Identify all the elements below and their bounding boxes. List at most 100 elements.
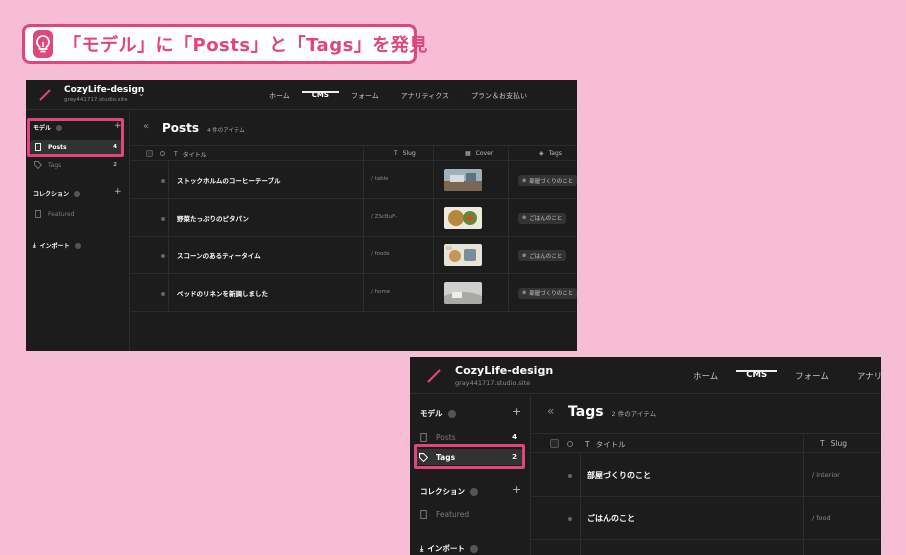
cms-panel-tags: CozyLife-design gray441717.studio.site ⌄… bbox=[410, 357, 881, 555]
nav-home[interactable]: ホーム bbox=[269, 91, 290, 101]
import-heading[interactable]: ⤓ インポート bbox=[33, 241, 81, 250]
nav-forms[interactable]: フォーム bbox=[795, 370, 829, 382]
sidebar-item-label: Posts bbox=[436, 432, 456, 442]
table-row[interactable]: ごはんのこと / food bbox=[532, 497, 881, 540]
top-bar: CozyLife-design gray441717.studio.site ⌄… bbox=[410, 357, 881, 394]
page-title: Posts bbox=[162, 121, 200, 135]
sidebar-item-tags[interactable]: Tags 2 bbox=[30, 158, 122, 172]
row-slug: / table bbox=[371, 176, 389, 182]
add-collection-button[interactable]: + bbox=[114, 187, 122, 197]
project-name[interactable]: CozyLife-design bbox=[455, 364, 553, 377]
row-title: スコーンのあるティータイム bbox=[177, 252, 261, 260]
main-nav: ホーム CMS フォーム アナリティクス プラン＆お支払い bbox=[269, 91, 527, 101]
cms-panel-posts: CozyLife-design gray441717.studio.site ⌄… bbox=[26, 80, 577, 351]
highlight-models bbox=[27, 118, 124, 157]
help-icon bbox=[470, 487, 478, 496]
tag-chip[interactable]: ⊗ 部屋づくりのこと bbox=[518, 287, 577, 299]
column-title[interactable]: T タイトル bbox=[174, 150, 207, 159]
column-slug[interactable]: T Slug bbox=[820, 439, 847, 448]
sidebar-item-featured[interactable]: Featured bbox=[30, 207, 122, 221]
row-title: ベッドのリネンを新調しました bbox=[177, 289, 268, 298]
project-name[interactable]: CozyLife-design bbox=[64, 85, 144, 95]
cover-thumbnail[interactable] bbox=[444, 169, 482, 191]
collections-heading: コレクション bbox=[33, 189, 81, 198]
content-header: Posts 4 件のアイテム bbox=[162, 121, 245, 135]
document-icon bbox=[419, 432, 428, 442]
studio-logo-icon bbox=[427, 369, 441, 383]
close-icon: ⊗ bbox=[522, 290, 527, 296]
column-cover[interactable]: ▦ Cover bbox=[465, 150, 493, 157]
row-title: ごはんのこと bbox=[587, 514, 635, 523]
status-dot bbox=[568, 474, 572, 478]
close-icon: ⊗ bbox=[522, 215, 527, 221]
chevron-down-icon[interactable]: ⌄ bbox=[540, 369, 548, 379]
status-dot bbox=[161, 291, 165, 296]
import-icon: ⤓ bbox=[33, 241, 36, 249]
collections-heading: コレクション bbox=[420, 486, 478, 497]
status-icon bbox=[160, 151, 165, 156]
text-type-icon: T bbox=[174, 151, 178, 158]
row-slug: / foods bbox=[371, 251, 390, 257]
item-count-label: 2 件のアイテム bbox=[611, 410, 657, 418]
tag-icon: ◈ bbox=[539, 150, 544, 157]
select-all-checkbox[interactable] bbox=[550, 439, 559, 448]
nav-cms[interactable]: CMS bbox=[736, 370, 777, 382]
row-slug: / interior bbox=[812, 471, 840, 479]
import-icon: ⤓ bbox=[420, 543, 424, 553]
item-count: 4 bbox=[512, 433, 517, 441]
nav-analytics[interactable]: アナリティ bbox=[857, 370, 881, 382]
nav-plan-billing[interactable]: プラン＆お支払い bbox=[471, 91, 527, 101]
page-title: Tags bbox=[568, 404, 604, 420]
item-count: 2 bbox=[113, 162, 117, 168]
nav-cms[interactable]: CMS bbox=[301, 91, 340, 101]
main-nav: ホーム CMS フォーム アナリティ bbox=[693, 370, 881, 382]
row-slug: / food bbox=[812, 514, 831, 522]
image-icon: ▦ bbox=[465, 150, 471, 157]
import-heading[interactable]: ⤓ インポート bbox=[420, 543, 478, 554]
chevron-down-icon[interactable]: ⌄ bbox=[138, 89, 145, 98]
add-model-button[interactable]: + bbox=[512, 405, 521, 418]
collapse-sidebar-button[interactable]: « bbox=[547, 404, 554, 418]
text-type-icon: T bbox=[820, 439, 825, 448]
nav-home[interactable]: ホーム bbox=[693, 370, 718, 382]
tag-chip[interactable]: ⊗ 部屋づくりのこと bbox=[518, 175, 577, 186]
cover-thumbnail[interactable] bbox=[444, 244, 482, 266]
sidebar: モデル + Posts 4 Tags 2 コレクション + Featured ⤓… bbox=[410, 395, 531, 555]
text-type-icon: T bbox=[394, 150, 398, 157]
collapse-sidebar-button[interactable]: « bbox=[143, 121, 149, 132]
row-title: 部屋づくりのこと bbox=[587, 471, 651, 480]
table-row[interactable]: 野菜たっぷりのピタパン / ZScBuF- ⊗ ごはんのこと bbox=[131, 200, 577, 237]
column-title[interactable]: T タイトル bbox=[585, 439, 626, 450]
item-count-label: 4 件のアイテム bbox=[207, 128, 245, 134]
top-bar: CozyLife-design gray441717.studio.site ⌄… bbox=[26, 80, 577, 110]
sidebar-item-posts[interactable]: Posts 4 bbox=[415, 429, 523, 445]
tag-icon bbox=[34, 161, 42, 169]
tag-chip[interactable]: ⊗ ごはんのこと bbox=[518, 250, 567, 261]
row-slug: / home bbox=[371, 288, 391, 295]
column-tags[interactable]: ◈ Tags bbox=[539, 150, 562, 157]
table-row[interactable]: 部屋づくりのこと / interior bbox=[532, 454, 881, 497]
sidebar-item-featured[interactable]: Featured bbox=[415, 506, 523, 522]
tag-chip[interactable]: ⊗ ごはんのこと bbox=[518, 212, 567, 224]
nav-forms[interactable]: フォーム bbox=[351, 91, 379, 101]
help-icon bbox=[74, 190, 81, 197]
add-collection-button[interactable]: + bbox=[512, 483, 521, 496]
sidebar-item-label: Featured bbox=[48, 210, 75, 218]
help-icon bbox=[469, 544, 478, 553]
nav-analytics[interactable]: アナリティクス bbox=[401, 91, 449, 101]
sidebar-item-label: Featured bbox=[436, 509, 470, 519]
content-header: Tags 2 件のアイテム bbox=[568, 404, 656, 420]
table-row[interactable]: ストックホルムのコーヒーテーブル / table ⊗ 部屋づくりのこと bbox=[131, 162, 577, 199]
column-slug[interactable]: T Slug bbox=[394, 150, 416, 157]
status-dot bbox=[161, 179, 165, 183]
project-url[interactable]: gray441717.studio.site bbox=[64, 97, 128, 103]
row-title: 野菜たっぷりのピタパン bbox=[177, 214, 249, 223]
table-row[interactable]: スコーンのあるティータイム / foods ⊗ ごはんのこと bbox=[131, 237, 577, 274]
cover-thumbnail[interactable] bbox=[444, 281, 482, 304]
cover-thumbnail[interactable] bbox=[444, 206, 482, 229]
project-url[interactable]: gray441717.studio.site bbox=[455, 379, 530, 387]
hint-banner: 「モデル」に「Posts」と「Tags」を発見 bbox=[22, 24, 427, 64]
select-all-checkbox[interactable] bbox=[146, 150, 153, 157]
row-title: ストックホルムのコーヒーテーブル bbox=[177, 177, 281, 185]
table-row[interactable]: ベッドのリネンを新調しました / home ⊗ 部屋づくりのこと bbox=[131, 275, 577, 312]
